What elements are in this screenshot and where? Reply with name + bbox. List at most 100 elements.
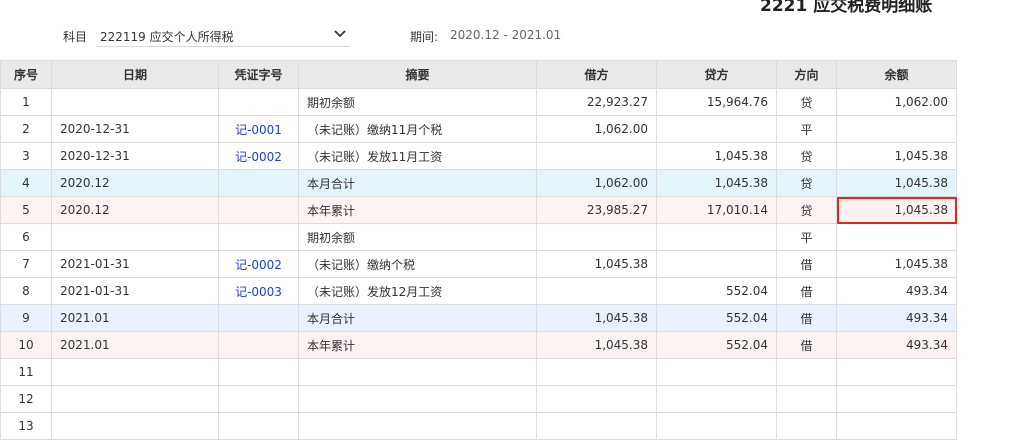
cell-credit: 1,045.38: [656, 169, 777, 197]
cell-no: 2: [0, 115, 52, 143]
cell-no: 8: [0, 277, 52, 305]
cell-direction: 贷: [776, 169, 837, 197]
cell-summary: 期初余额: [298, 223, 537, 251]
cell-balance: 1,045.38: [836, 250, 957, 278]
cell-credit: 552.04: [656, 304, 777, 332]
voucher-link[interactable]: 记-0001: [235, 123, 282, 137]
cell-credit: [656, 250, 777, 278]
cell-direction: 贷: [776, 142, 837, 170]
header-date: 日期: [51, 60, 219, 89]
cell-summary: 本年累计: [298, 196, 537, 224]
cell-summary: 本月合计: [298, 169, 537, 197]
cell-no: 13: [0, 412, 52, 440]
cell-balance: 493.34: [836, 304, 957, 332]
cell-debit: [536, 223, 657, 251]
cell-direction: 平: [776, 223, 837, 251]
cell-voucher: 记-0003: [218, 277, 299, 305]
cell-date: 2020.12: [51, 196, 219, 224]
cell-debit: 22,923.27: [536, 88, 657, 116]
cell-summary: [298, 358, 537, 386]
cell-balance: 1,062.00: [836, 88, 957, 116]
cell-credit: 17,010.14: [656, 196, 777, 224]
table-row-year-total[interactable]: 5 2020.12 本年累计 23,985.27 17,010.14 贷 1,0…: [0, 196, 957, 224]
cell-summary: （未记账）缴纳11月个税: [298, 115, 537, 143]
table-row-empty[interactable]: 12: [0, 385, 957, 413]
table-row[interactable]: 8 2021-01-31 记-0003 （未记账）发放12月工资 552.04 …: [0, 277, 957, 305]
cell-credit: 552.04: [656, 277, 777, 305]
header-debit: 借方: [536, 60, 657, 89]
cell-voucher: [218, 412, 299, 440]
cell-debit: 1,062.00: [536, 115, 657, 143]
cell-no: 1: [0, 88, 52, 116]
table-row-month-total[interactable]: 9 2021.01 本月合计 1,045.38 552.04 借 493.34: [0, 304, 957, 332]
cell-date: [51, 385, 219, 413]
cell-direction: 借: [776, 304, 837, 332]
cell-credit: 552.04: [656, 331, 777, 359]
cell-date: 2020-12-31: [51, 115, 219, 143]
cell-summary: （未记账）发放12月工资: [298, 277, 537, 305]
cell-voucher: [218, 196, 299, 224]
cell-debit: [536, 385, 657, 413]
cell-no: 7: [0, 250, 52, 278]
voucher-link[interactable]: 记-0002: [235, 258, 282, 272]
cell-direction: [776, 385, 837, 413]
cell-no: 4: [0, 169, 52, 197]
cell-direction: [776, 412, 837, 440]
cell-voucher: [218, 304, 299, 332]
cell-voucher: [218, 223, 299, 251]
voucher-link[interactable]: 记-0003: [235, 285, 282, 299]
cell-voucher: [218, 331, 299, 359]
cell-debit: [536, 142, 657, 170]
cell-date: 2021.01: [51, 331, 219, 359]
header-no: 序号: [0, 60, 52, 89]
header-credit: 贷方: [656, 60, 777, 89]
cell-date: [51, 412, 219, 440]
table-row-year-total[interactable]: 10 2021.01 本年累计 1,045.38 552.04 借 493.34: [0, 331, 957, 359]
cell-date: 2021-01-31: [51, 277, 219, 305]
page-title: 2221 应交税费明细账: [760, 0, 933, 16]
table-row-empty[interactable]: 11: [0, 358, 957, 386]
cell-voucher: 记-0002: [218, 250, 299, 278]
cell-direction: 借: [776, 331, 837, 359]
header-direction: 方向: [776, 60, 837, 89]
cell-voucher: [218, 88, 299, 116]
cell-no: 3: [0, 142, 52, 170]
cell-no: 6: [0, 223, 52, 251]
cell-direction: 贷: [776, 88, 837, 116]
cell-date: 2021.01: [51, 304, 219, 332]
voucher-link[interactable]: 记-0002: [235, 150, 282, 164]
cell-date: 2020.12: [51, 169, 219, 197]
cell-summary: 期初余额: [298, 88, 537, 116]
period-value: 2020.12 - 2021.01: [450, 28, 562, 42]
cell-no: 11: [0, 358, 52, 386]
cell-debit: [536, 358, 657, 386]
table-row[interactable]: 6 期初余额 平: [0, 223, 957, 251]
table-row[interactable]: 1 期初余额 22,923.27 15,964.76 贷 1,062.00: [0, 88, 957, 116]
subject-select-value: 222119 应交个人所得税: [100, 30, 234, 44]
cell-debit: 1,045.38: [536, 331, 657, 359]
cell-summary: 本月合计: [298, 304, 537, 332]
cell-date: [51, 223, 219, 251]
cell-summary: 本年累计: [298, 331, 537, 359]
table-row-empty[interactable]: 13: [0, 412, 957, 440]
cell-balance: [836, 385, 957, 413]
table-row-month-total[interactable]: 4 2020.12 本月合计 1,062.00 1,045.38 贷 1,045…: [0, 169, 957, 197]
cell-credit: [656, 358, 777, 386]
cell-summary: （未记账）发放11月工资: [298, 142, 537, 170]
cell-credit: [656, 385, 777, 413]
subject-select[interactable]: 222119 应交个人所得税: [96, 23, 350, 47]
cell-summary: [298, 385, 537, 413]
table-row[interactable]: 3 2020-12-31 记-0002 （未记账）发放11月工资 1,045.3…: [0, 142, 957, 170]
subject-label: 科目: [63, 30, 88, 44]
header-balance: 余额: [836, 60, 957, 89]
table-header-row: 序号 日期 凭证字号 摘要 借方 贷方 方向 余额: [0, 60, 957, 89]
table-row[interactable]: 7 2021-01-31 记-0002 （未记账）缴纳个税 1,045.38 借…: [0, 250, 957, 278]
cell-credit: 15,964.76: [656, 88, 777, 116]
filter-bar: 科目 222119 应交个人所得税 期间: 2020.12 - 2021.01: [0, 20, 1009, 52]
table-row[interactable]: 2 2020-12-31 记-0001 （未记账）缴纳11月个税 1,062.0…: [0, 115, 957, 143]
cell-no: 10: [0, 331, 52, 359]
cell-debit: 1,062.00: [536, 169, 657, 197]
cell-credit: [656, 223, 777, 251]
cell-direction: 贷: [776, 196, 837, 224]
cell-date: 2021-01-31: [51, 250, 219, 278]
